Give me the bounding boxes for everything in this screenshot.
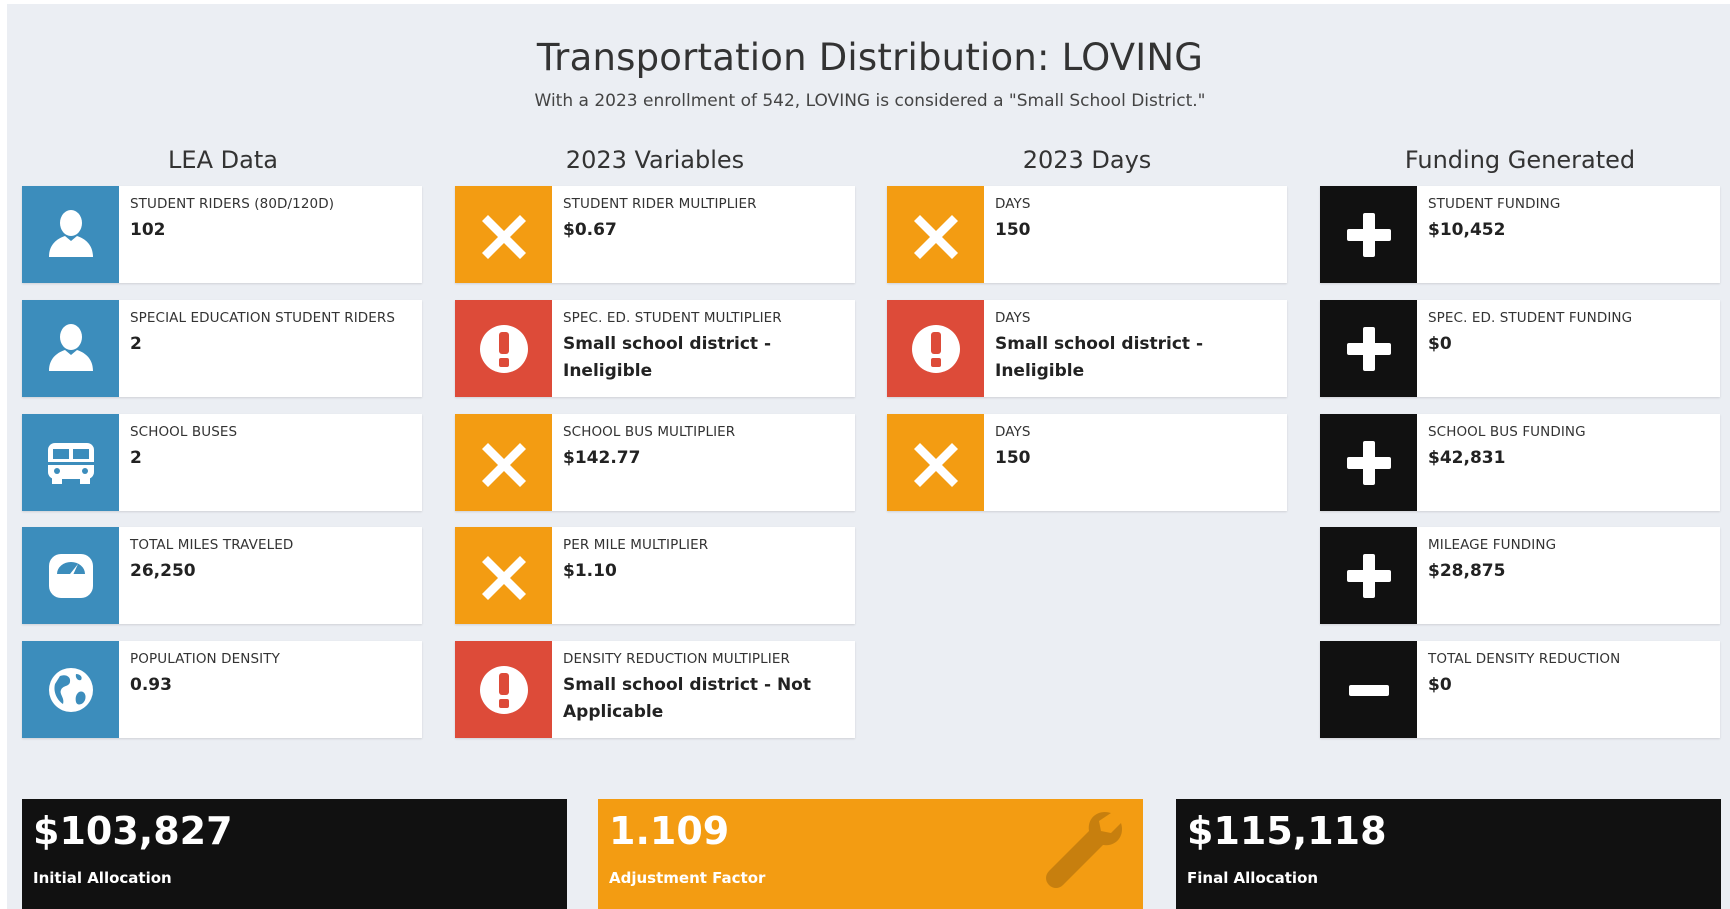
globe-icon [22, 641, 119, 738]
box-label: Spec. Ed. Student Funding [1428, 310, 1633, 326]
lea-box-special-ed-riders: Special Education Student Riders 2 [22, 300, 422, 397]
tachometer-icon [22, 527, 119, 624]
times-icon [455, 186, 552, 283]
box-value: $28,875 [1428, 561, 1506, 581]
variables-box-density-reduction-multiplier: Density Reduction Multiplier Small schoo… [455, 641, 855, 738]
variables-box-student-rider-multiplier: Student Rider Multiplier $0.67 [455, 186, 855, 283]
days-box-student-riders: Days 150 [887, 186, 1287, 283]
box-label: Special Education Student Riders [130, 310, 396, 326]
exclamation-icon [887, 300, 984, 397]
box-label: School Bus Multiplier [563, 424, 736, 440]
box-value: Small school district - Ineligible [995, 334, 1204, 381]
lea-box-miles-traveled: Total Miles Traveled 26,250 [22, 527, 422, 624]
box-value: 150 [995, 220, 1031, 240]
box-label: School Buses [130, 424, 238, 440]
page-subtitle: With a 2023 enrollment of 542, LOVING is… [534, 91, 1206, 111]
box-value: Small school district - Not Applicable [563, 675, 811, 722]
lea-box-student-riders: Student Riders (80D/120D) 102 [22, 186, 422, 283]
box-value: 150 [995, 448, 1031, 468]
funding-box-density-reduction: Total Density Reduction $0 [1320, 641, 1720, 738]
box-value: $0 [1428, 334, 1452, 354]
plus-icon [1320, 186, 1417, 283]
exclamation-icon [455, 300, 552, 397]
box-label: Total Density Reduction [1428, 651, 1621, 667]
box-label: Spec. Ed. Student Multiplier [563, 310, 782, 326]
days-box-school-buses: Days 150 [887, 414, 1287, 511]
adjustment-factor-caption: Adjustment Factor [609, 869, 766, 887]
page-title: Transportation Distribution: LOVING [536, 36, 1204, 79]
box-value: 0.93 [130, 675, 172, 695]
box-value: 26,250 [130, 561, 196, 581]
box-value: Small school district - Ineligible [563, 334, 772, 381]
days-heading: 2023 Days [1022, 146, 1152, 174]
adjustment-factor-box: 1.109 Adjustment Factor [598, 799, 1143, 909]
initial-allocation-value: $103,827 [33, 809, 233, 853]
days-box-special-ed: Days Small school district - Ineligible [887, 300, 1287, 397]
user-icon [22, 186, 119, 283]
box-value: $142.77 [563, 448, 641, 468]
lea-box-population-density: Population Density 0.93 [22, 641, 422, 738]
minus-icon [1320, 641, 1417, 738]
box-value: 2 [130, 448, 142, 468]
lea-box-school-buses: School Buses 2 [22, 414, 422, 511]
bus-icon [22, 414, 119, 511]
plus-icon [1320, 527, 1417, 624]
box-value: 102 [130, 220, 166, 240]
box-value: $42,831 [1428, 448, 1506, 468]
times-icon [455, 527, 552, 624]
funding-box-student: Student Funding $10,452 [1320, 186, 1720, 283]
times-icon [455, 414, 552, 511]
lea-data-heading: LEA Data [168, 146, 278, 174]
box-label: Days [995, 310, 1031, 326]
box-label: Days [995, 196, 1031, 212]
box-label: Student Rider Multiplier [563, 196, 757, 212]
variables-heading: 2023 Variables [565, 146, 745, 174]
funding-box-mileage: Mileage Funding $28,875 [1320, 527, 1720, 624]
final-allocation-caption: Final Allocation [1187, 869, 1319, 887]
box-label: Density Reduction Multiplier [563, 651, 790, 667]
variables-box-spec-ed-multiplier: Spec. Ed. Student Multiplier Small schoo… [455, 300, 855, 397]
box-label: Mileage Funding [1428, 537, 1557, 553]
box-label: Per Mile Multiplier [563, 537, 709, 553]
box-label: Total Miles Traveled [130, 537, 294, 553]
plus-icon [1320, 414, 1417, 511]
times-icon [887, 414, 984, 511]
box-value: $10,452 [1428, 220, 1506, 240]
funding-heading: Funding Generated [1404, 146, 1636, 174]
times-icon [887, 186, 984, 283]
funding-box-school-bus: School Bus Funding $42,831 [1320, 414, 1720, 511]
final-allocation-box: $115,118 Final Allocation [1176, 799, 1721, 909]
box-value: $1.10 [563, 561, 617, 581]
box-value: 2 [130, 334, 142, 354]
variables-box-per-mile-multiplier: Per Mile Multiplier $1.10 [455, 527, 855, 624]
variables-box-school-bus-multiplier: School Bus Multiplier $142.77 [455, 414, 855, 511]
user-icon [22, 300, 119, 397]
box-label: Population Density [130, 651, 280, 667]
box-label: Days [995, 424, 1031, 440]
funding-box-spec-ed: Spec. Ed. Student Funding $0 [1320, 300, 1720, 397]
exclamation-icon [455, 641, 552, 738]
adjustment-factor-value: 1.109 [609, 809, 730, 853]
final-allocation-value: $115,118 [1187, 809, 1387, 853]
box-label: School Bus Funding [1428, 424, 1586, 440]
plus-icon [1320, 300, 1417, 397]
initial-allocation-caption: Initial Allocation [33, 869, 172, 887]
box-value: $0.67 [563, 220, 617, 240]
box-value: $0 [1428, 675, 1452, 695]
initial-allocation-box: $103,827 Initial Allocation [22, 799, 567, 909]
box-label: Student Funding [1428, 196, 1561, 212]
box-label: Student Riders (80D/120D) [130, 196, 335, 212]
wrench-icon [1046, 811, 1123, 888]
